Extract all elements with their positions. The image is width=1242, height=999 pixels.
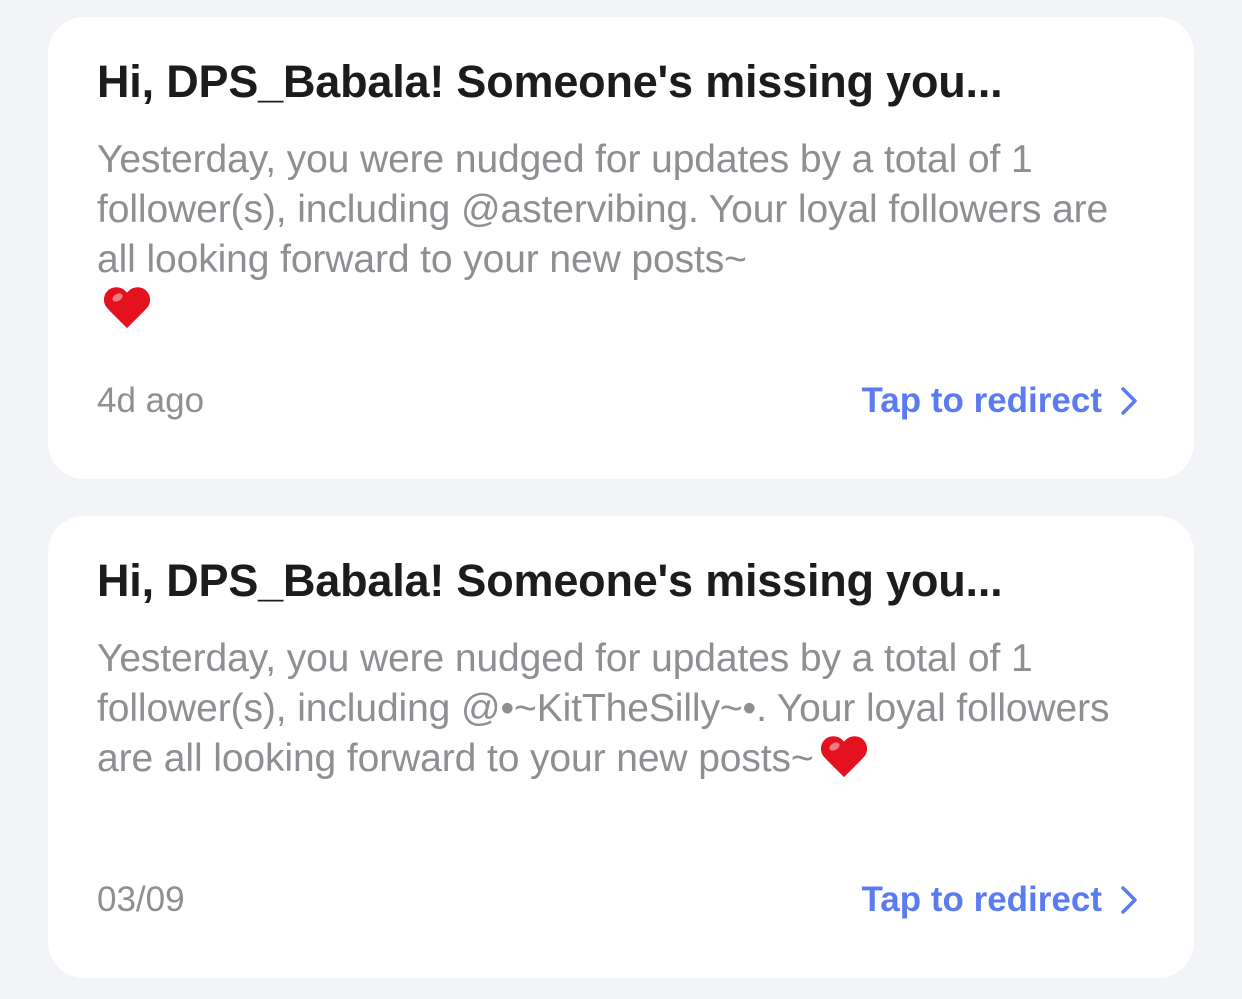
- notification-card[interactable]: Hi, DPS_Babala! Someone's missing you...…: [48, 516, 1194, 978]
- notification-body-container: Yesterday, you were nudged for updates b…: [97, 634, 1157, 784]
- tap-to-redirect-link[interactable]: Tap to redirect: [861, 379, 1140, 423]
- redirect-label: Tap to redirect: [861, 381, 1102, 420]
- notification-feed: Hi, DPS_Babala! Someone's missing you...…: [0, 0, 1242, 999]
- notification-card[interactable]: Hi, DPS_Babala! Someone's missing you...…: [48, 17, 1194, 479]
- notification-title: Hi, DPS_Babala! Someone's missing you...: [97, 56, 1003, 107]
- notification-body-container: Yesterday, you were nudged for updates b…: [97, 135, 1157, 335]
- red-heart-icon: [820, 737, 868, 781]
- tap-to-redirect-link[interactable]: Tap to redirect: [861, 878, 1140, 922]
- notification-timestamp: 03/09: [97, 880, 185, 919]
- notification-timestamp: 4d ago: [97, 381, 205, 420]
- chevron-right-icon: [1121, 886, 1137, 914]
- chevron-right-icon: [1121, 387, 1137, 415]
- red-heart-icon: [103, 288, 151, 332]
- redirect-label: Tap to redirect: [861, 880, 1102, 919]
- notification-body: Yesterday, you were nudged for updates b…: [97, 637, 1110, 780]
- notification-body: Yesterday, you were nudged for updates b…: [97, 138, 1109, 281]
- notification-title: Hi, DPS_Babala! Someone's missing you...: [97, 555, 1003, 606]
